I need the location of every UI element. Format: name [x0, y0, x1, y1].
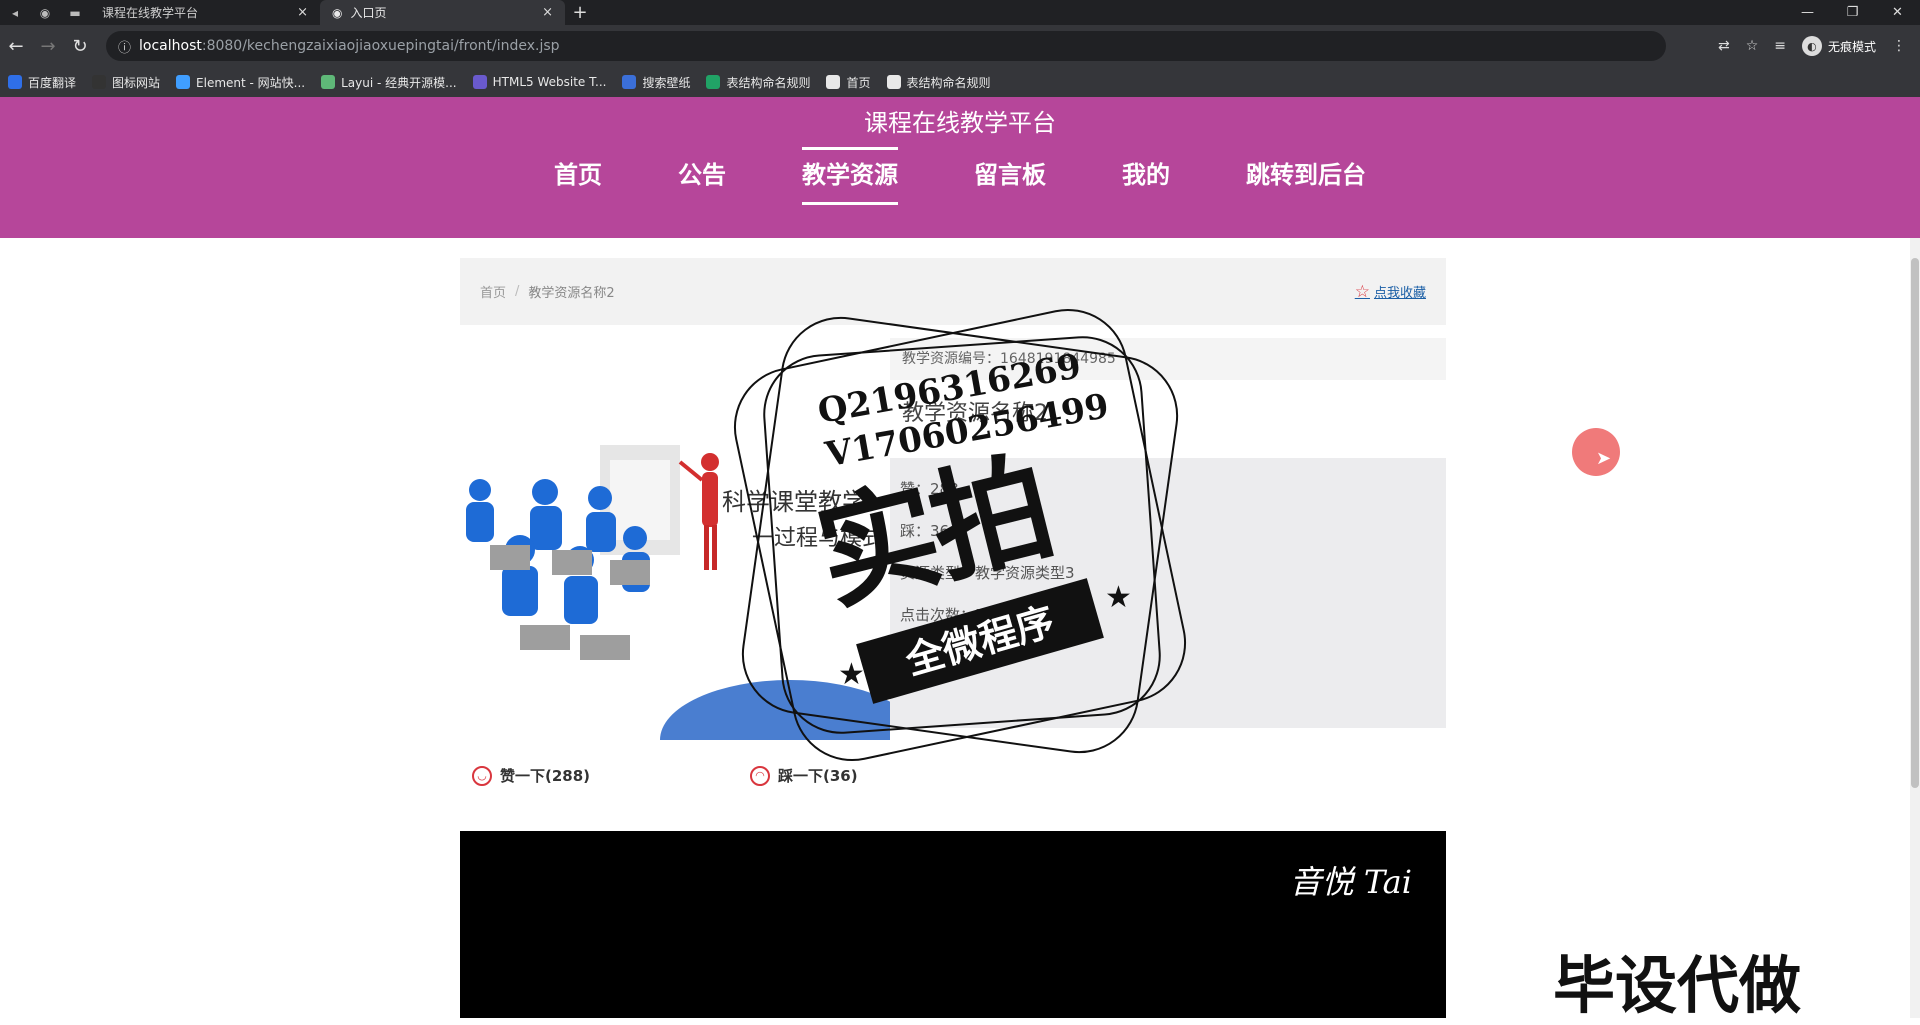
- globe-icon: ◉: [332, 5, 343, 20]
- breadcrumb-separator: /: [515, 284, 520, 299]
- resource-type: 资源类型：教学资源类型3: [900, 564, 1075, 582]
- site-title: 课程在线教学平台: [864, 109, 1056, 137]
- restore-button[interactable]: ❐: [1830, 5, 1875, 20]
- cursor-icon: ➤: [1596, 448, 1612, 469]
- nav-item[interactable]: 跳转到后台: [1246, 147, 1366, 203]
- globe-icon[interactable]: ◉: [30, 0, 60, 25]
- bookmark-favicon-icon: [706, 75, 721, 89]
- close-window-button[interactable]: ✕: [1875, 5, 1920, 20]
- bookmark-label: 首页: [846, 75, 871, 90]
- forward-icon[interactable]: →: [32, 36, 64, 57]
- bookmark-star-icon[interactable]: ☆: [1746, 38, 1759, 54]
- like-button[interactable]: ◡ 赞一下(288): [472, 765, 590, 786]
- browser-tab-bar: ◂ ◉ ▬ 课程在线教学平台 × ◉ 入口页 × + — ❐ ✕: [0, 0, 1920, 25]
- tab-course-platform[interactable]: 课程在线教学平台 ×: [90, 0, 320, 25]
- dislike-label: 踩一下(36): [778, 767, 858, 785]
- bookmark-item[interactable]: 表结构命名规则: [886, 74, 991, 91]
- url-path: :8080/kechengzaixiaojiaoxuepingtai/front…: [201, 38, 560, 54]
- resource-name: 教学资源名称2: [902, 401, 1048, 426]
- favorite-link[interactable]: ☆ 点我收藏: [1355, 282, 1426, 302]
- tab-title: 课程在线教学平台: [102, 6, 199, 20]
- resource-detail: 科学课堂教学 一过程与模式 教学资源编号：1648191844985 教学资源名…: [460, 330, 1446, 820]
- window-icon[interactable]: ▬: [60, 0, 90, 25]
- address-bar: ← → ↻ ⓘ localhost :8080/kechengzaixiaoji…: [0, 25, 1920, 67]
- bookmark-label: HTML5 Website T...: [492, 75, 607, 89]
- breadcrumb-current: 教学资源名称2: [528, 286, 615, 301]
- resource-cover-image: 科学课堂教学 一过程与模式: [460, 440, 890, 740]
- incognito-icon: ◐: [1801, 36, 1822, 56]
- star-icon: ☆: [1354, 281, 1370, 302]
- bookmark-label: 图标网站: [112, 75, 161, 90]
- toolbar-actions: ⇄ ☆ ≡ ◐ 无痕模式 ⋮: [1718, 36, 1920, 56]
- frown-icon: ◠: [750, 765, 770, 786]
- bookmark-favicon-icon: [886, 75, 901, 89]
- resource-code: 教学资源编号：1648191844985: [890, 338, 1446, 380]
- new-tab-button[interactable]: +: [565, 2, 595, 23]
- close-tab-icon[interactable]: ×: [542, 5, 553, 20]
- bookmark-favicon-icon: [472, 75, 487, 89]
- bookmarks-bar: 百度翻译 图标网站 Element - 网站快... Layui - 经典开源模...…: [0, 67, 1920, 97]
- bookmark-item[interactable]: 图标网站: [92, 74, 160, 91]
- bookmark-label: Element - 网站快...: [196, 75, 306, 90]
- bookmark-item[interactable]: 表结构命名规则: [706, 74, 810, 91]
- bookmark-item[interactable]: Element - 网站快...: [176, 74, 305, 91]
- bookmark-label: 搜索壁纸: [642, 75, 691, 90]
- window-controls: — ❐ ✕: [1785, 5, 1920, 20]
- incognito-label: 无痕模式: [1827, 39, 1876, 54]
- close-tab-icon[interactable]: ×: [297, 5, 308, 20]
- favorite-label: 点我收藏: [1373, 286, 1426, 301]
- dislikes-count: 踩：36: [900, 522, 950, 540]
- reading-list-icon[interactable]: ≡: [1774, 38, 1786, 54]
- cover-caption-line1: 科学课堂教学: [722, 488, 866, 516]
- menu-icon[interactable]: ⋮: [1892, 38, 1906, 54]
- corner-watermark: 毕设代做: [1553, 949, 1802, 1022]
- nav-item[interactable]: 我的: [1122, 147, 1170, 203]
- resource-info-box: 赞：288 踩：36 资源类型：教学资源类型3 点击次数：58: [890, 458, 1446, 728]
- url-input[interactable]: ⓘ localhost :8080/kechengzaixiaojiaoxuep…: [106, 31, 1666, 61]
- video-watermark: 音悦 Tai: [1289, 863, 1412, 901]
- breadcrumb: 首页 / 教学资源名称2 ☆ 点我收藏: [460, 258, 1446, 325]
- bookmark-item[interactable]: 搜索壁纸: [622, 74, 690, 91]
- bookmark-favicon-icon: [8, 75, 22, 89]
- url-host: localhost: [139, 38, 202, 54]
- bookmark-item[interactable]: HTML5 Website T...: [472, 75, 607, 89]
- video-player[interactable]: 音悦 Tai: [460, 831, 1446, 1018]
- main-nav: 首页 公告 教学资源 留言板 我的 跳转到后台: [0, 147, 1920, 205]
- reload-icon[interactable]: ↻: [64, 36, 96, 57]
- bookmark-label: 表结构命名规则: [726, 75, 811, 90]
- smile-icon: ◡: [472, 765, 492, 786]
- bookmark-favicon-icon: [176, 75, 191, 89]
- tab-title: 入口页: [350, 6, 387, 20]
- translate-icon[interactable]: ⇄: [1718, 38, 1730, 54]
- scrollbar-thumb[interactable]: [1911, 258, 1919, 788]
- bookmark-label: 表结构命名规则: [906, 75, 991, 90]
- bookmark-favicon-icon: [826, 75, 841, 89]
- click-count: 点击次数：58: [900, 606, 995, 624]
- incognito-indicator[interactable]: ◐ 无痕模式: [1801, 36, 1876, 56]
- bookmark-item[interactable]: 首页: [826, 74, 871, 91]
- dislike-button[interactable]: ◠ 踩一下(36): [750, 765, 858, 786]
- info-icon[interactable]: ⓘ: [118, 37, 131, 56]
- nav-item[interactable]: 首页: [554, 147, 602, 203]
- breadcrumb-home[interactable]: 首页: [480, 282, 506, 301]
- nav-item[interactable]: 公告: [678, 147, 726, 203]
- bookmark-item[interactable]: Layui - 经典开源模...: [321, 74, 457, 91]
- minimize-button[interactable]: —: [1785, 5, 1830, 20]
- nav-item[interactable]: 留言板: [974, 147, 1046, 203]
- audio-icon[interactable]: ◂: [0, 0, 30, 25]
- likes-count: 赞：288: [900, 480, 959, 498]
- back-icon[interactable]: ←: [0, 36, 32, 57]
- cover-caption-line2: 一过程与模式: [752, 526, 885, 551]
- tab-entry-page[interactable]: ◉ 入口页 ×: [320, 0, 565, 25]
- page-scrollbar[interactable]: [1910, 238, 1920, 1018]
- bookmark-item[interactable]: 百度翻译: [8, 74, 76, 91]
- bookmark-favicon-icon: [321, 75, 336, 89]
- like-label: 赞一下(288): [500, 767, 591, 785]
- nav-item[interactable]: 教学资源: [802, 147, 898, 205]
- bookmark-favicon-icon: [92, 75, 107, 89]
- bookmark-label: 百度翻译: [28, 75, 77, 90]
- site-header: 课程在线教学平台 首页 公告 教学资源 留言板 我的 跳转到后台: [0, 97, 1920, 238]
- bookmark-label: Layui - 经典开源模...: [341, 75, 457, 90]
- bookmark-favicon-icon: [622, 75, 637, 89]
